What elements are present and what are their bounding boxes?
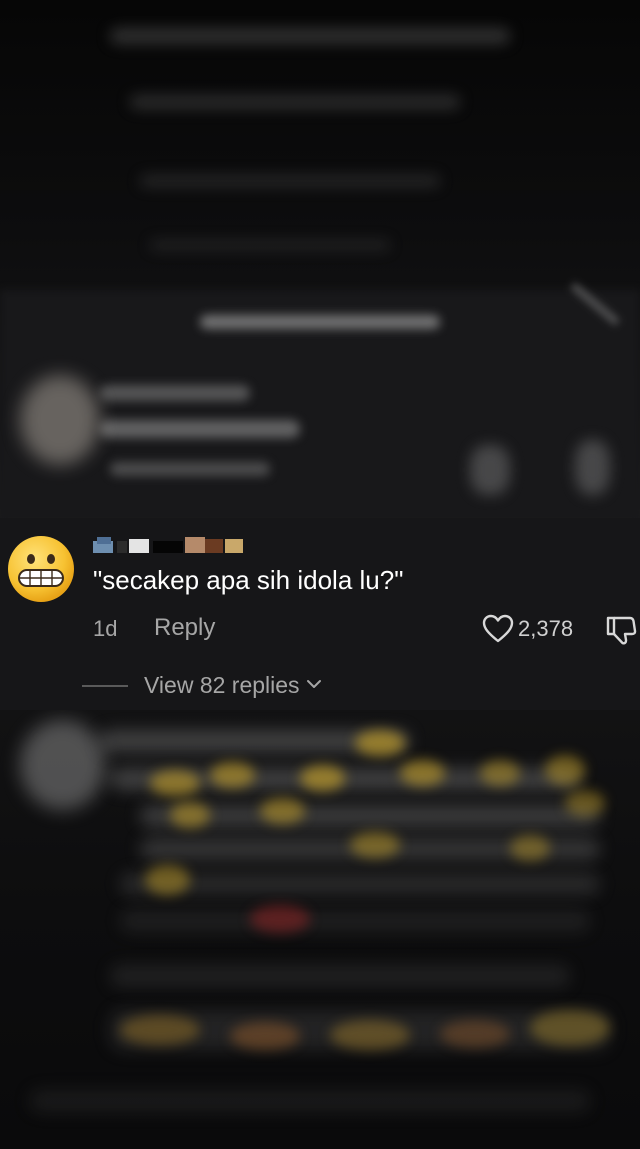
view-replies-label: View 82 replies [144, 672, 300, 698]
reply-button[interactable]: Reply [154, 614, 215, 642]
heart-outline-icon [482, 614, 514, 644]
replies-divider [82, 685, 128, 687]
comment-timestamp: 1d [93, 616, 118, 641]
view-replies-button[interactable]: View 82 replies [144, 672, 322, 699]
thumbs-down-outline-icon [604, 616, 638, 652]
dislike-button[interactable] [604, 614, 638, 653]
blurred-background-bottom [0, 710, 640, 1149]
comment-screen: "secakep apa sih idola lu?" 1d Reply 2,3… [0, 0, 640, 1149]
blurred-background-top [0, 0, 640, 518]
comment-meta-row: 1d Reply 2,378 [0, 610, 640, 650]
chevron-down-icon [306, 677, 322, 695]
comment-text: "secakep apa sih idola lu?" [93, 565, 404, 595]
grimacing-face-emoji-icon[interactable] [6, 534, 76, 604]
like-count: 2,378 [518, 616, 574, 641]
redacted-username [93, 535, 245, 555]
view-replies-row: View 82 replies [0, 668, 640, 704]
like-button[interactable]: 2,378 [482, 614, 573, 644]
